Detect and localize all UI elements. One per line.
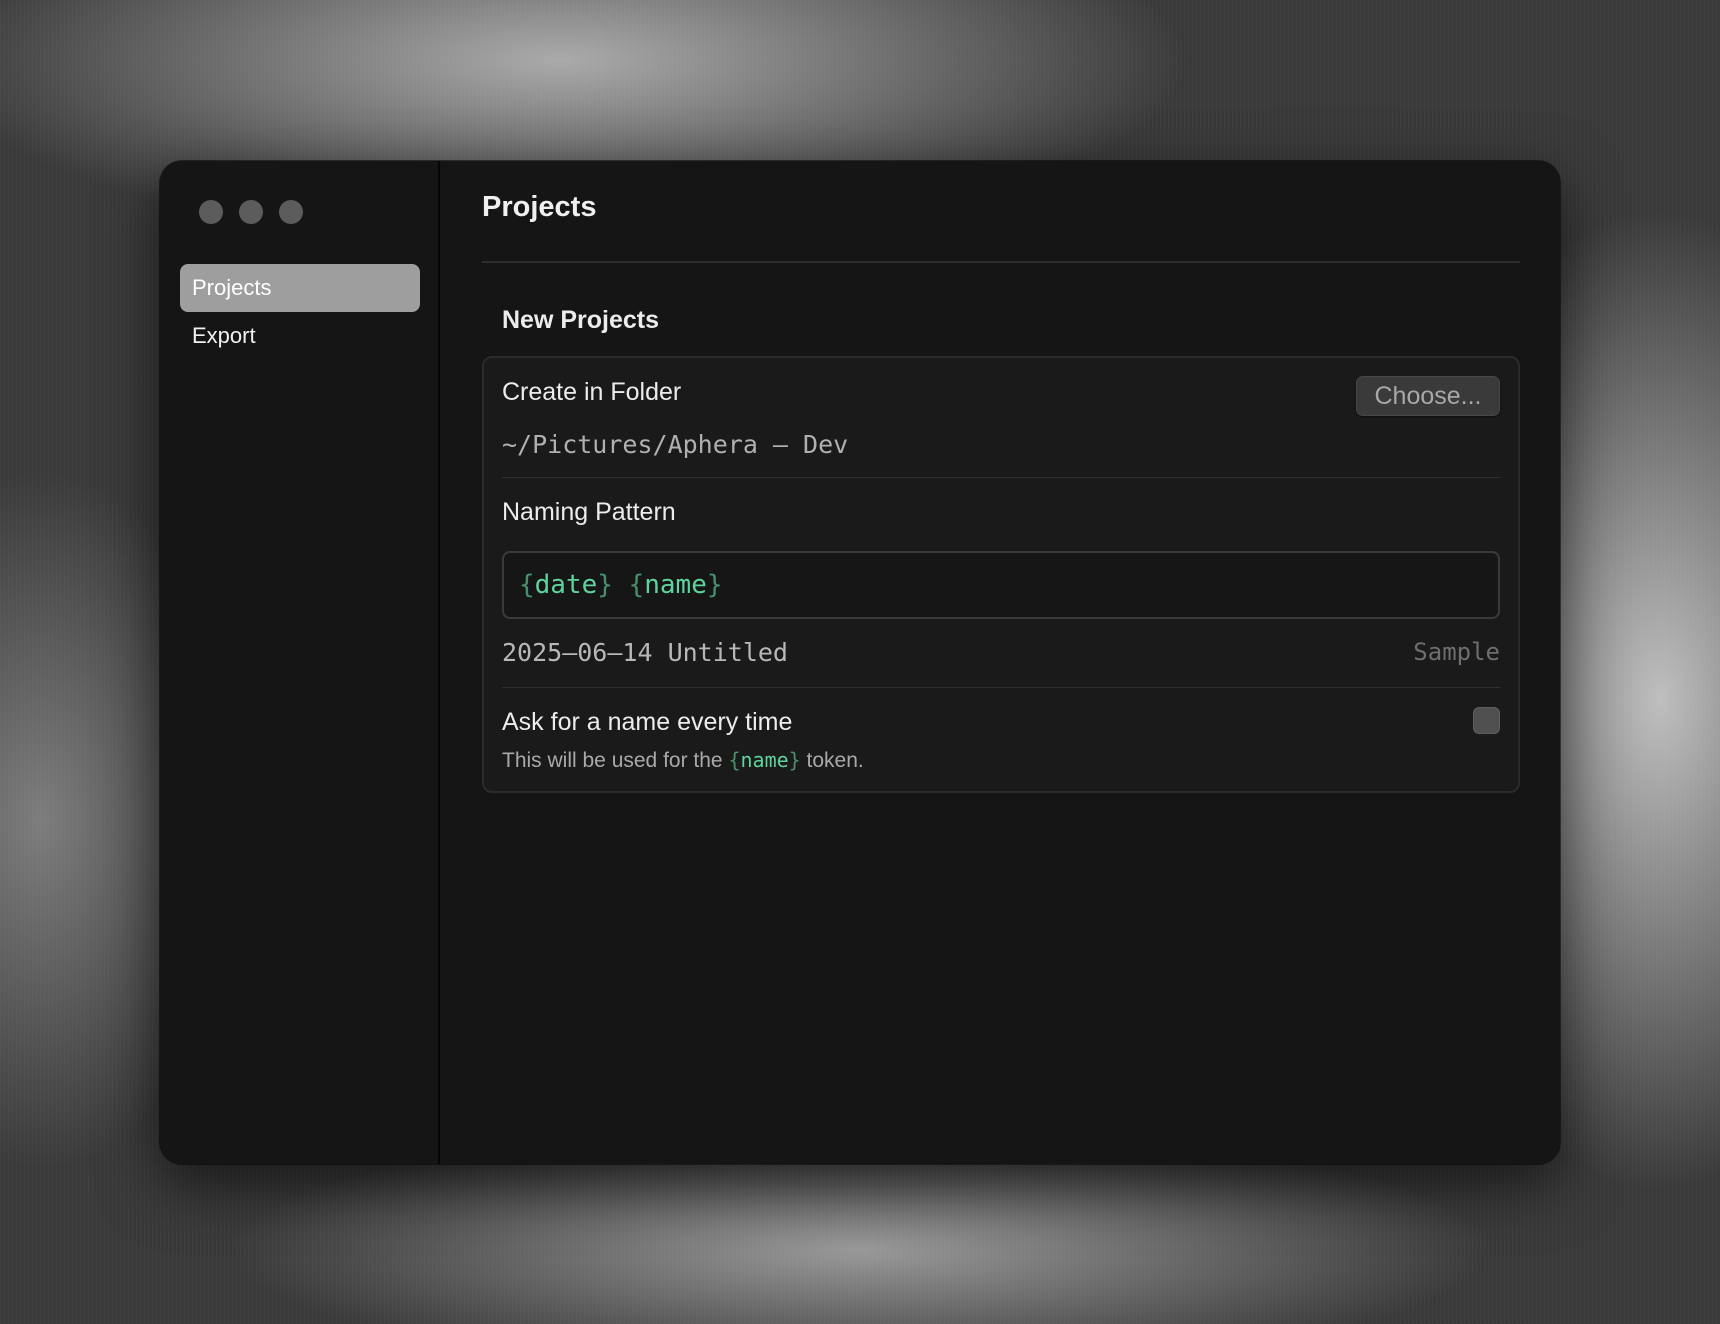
create-in-folder-label: Create in Folder <box>502 378 682 406</box>
token-brace-close: } <box>597 570 613 600</box>
settings-window: Projects Export Projects New Projects Cr… <box>160 161 1560 1164</box>
page-title: Projects <box>482 191 597 223</box>
help-name-token: name <box>740 748 789 772</box>
sidebar: Projects Export <box>160 161 440 1164</box>
minimize-window-button[interactable] <box>239 200 263 224</box>
help-token-brace-close: } <box>788 748 801 772</box>
naming-pattern-label: Naming Pattern <box>502 498 676 526</box>
main-pane: Projects New Projects Create in Folder ~… <box>482 161 1520 1164</box>
token-brace-open: { <box>519 570 535 600</box>
help-token-brace-open: { <box>728 748 741 772</box>
sample-preview-value: 2025–06–14 Untitled <box>502 638 788 667</box>
token-brace-open: { <box>628 570 645 600</box>
ask-for-name-checkbox[interactable] <box>1473 707 1500 734</box>
date-token: date <box>534 570 598 600</box>
sidebar-item-projects[interactable]: Projects <box>180 264 420 312</box>
sample-preview-label: Sample <box>1413 638 1500 666</box>
name-token: name <box>644 570 707 600</box>
sidebar-item-export[interactable]: Export <box>180 312 420 360</box>
help-text-prefix: This will be used for the <box>502 749 729 772</box>
naming-pattern-input[interactable]: {date} {name} <box>502 551 1500 619</box>
choose-folder-button[interactable]: Choose... <box>1356 376 1500 416</box>
folder-path: ~/Pictures/Aphera – Dev <box>502 430 849 459</box>
row-divider <box>502 687 1500 688</box>
zoom-window-button[interactable] <box>279 200 303 224</box>
ask-for-name-label: Ask for a name every time <box>502 708 793 736</box>
section-heading: New Projects <box>502 306 660 334</box>
ask-for-name-help: This will be used for the {name} token. <box>502 748 864 773</box>
close-window-button[interactable] <box>199 200 223 224</box>
token-brace-close: } <box>706 570 723 600</box>
traffic-lights <box>199 200 303 224</box>
new-projects-group: Create in Folder ~/Pictures/Aphera – Dev… <box>482 356 1520 793</box>
sidebar-nav: Projects Export <box>180 264 420 360</box>
help-text-suffix: token. <box>800 749 864 772</box>
row-divider <box>502 477 1500 478</box>
title-divider <box>482 261 1520 263</box>
